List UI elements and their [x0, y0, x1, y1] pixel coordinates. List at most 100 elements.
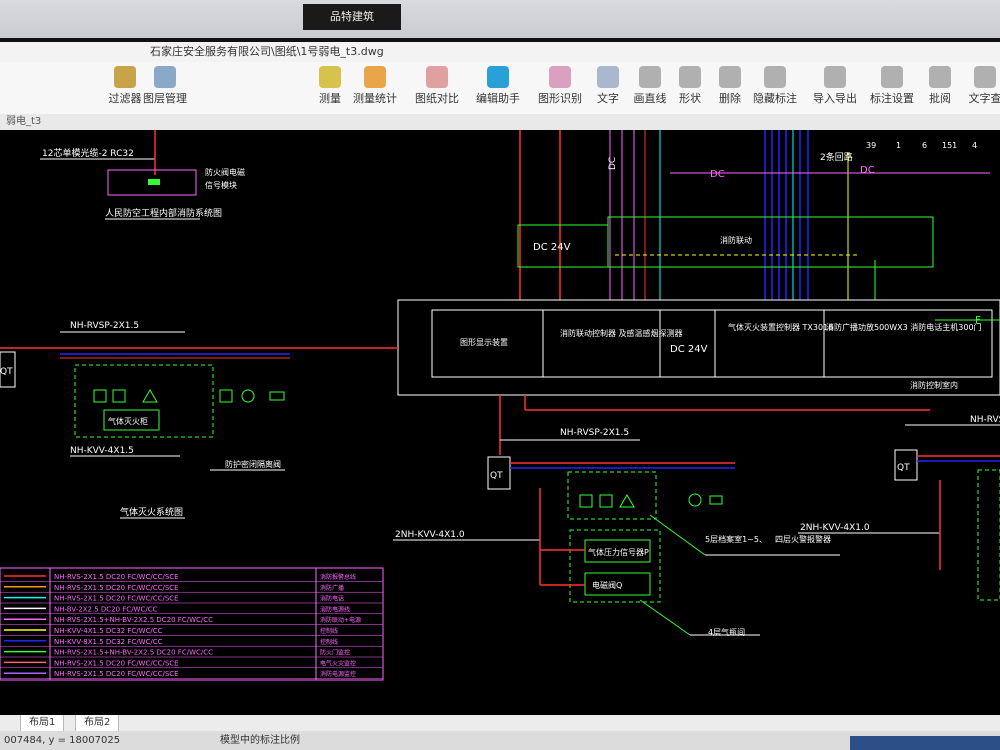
toolbar-label: 测量: [319, 92, 341, 105]
pressure-switch-label: 气体压力信号器P: [588, 547, 649, 557]
control-cell-3: DC 24V: [670, 344, 708, 355]
taskbar-tray: [850, 736, 1000, 750]
window-title: 石家庄安全服务有限公司\图纸\1号弱电_t3.dwg: [150, 45, 384, 58]
text-search-icon: [974, 66, 996, 88]
legend-desc: 消防联动+电源: [320, 616, 361, 624]
title-bar: 石家庄安全服务有限公司\图纸\1号弱电_t3.dwg: [0, 42, 1000, 62]
control-room-caption: 消防控制室内: [910, 380, 958, 390]
legend-desc: 消防广播: [320, 584, 344, 592]
cursor-coordinates: 007484, y = 18007025: [4, 735, 121, 746]
qt-label-mid: QT: [490, 471, 503, 481]
text-icon: [597, 66, 619, 88]
svg-text:6: 6: [922, 141, 927, 150]
legend-desc: 控制线: [320, 638, 338, 646]
toolbar-label: 标注设置: [870, 92, 914, 105]
legend-desc: 消防电源监控: [320, 670, 356, 678]
gas-cabinet-label: 气体灭火柜: [108, 416, 148, 426]
control-cell-4: 气体灭火装置控制器 TX3016: [728, 322, 833, 332]
toolbar-label: 图纸对比: [415, 92, 459, 105]
settings-icon: [881, 66, 903, 88]
power-supply-label: DC 24V: [533, 242, 571, 253]
document-tab[interactable]: 弱电_t3: [0, 114, 1000, 130]
layout-tab-2[interactable]: 布局2: [75, 715, 120, 732]
shape-icon: [679, 66, 701, 88]
layout-tabs: 布局1 布局2: [0, 715, 1000, 732]
wall-sign: 品特建筑: [303, 4, 401, 30]
legend-spec: NH-RVS-2X1.5+NH-BV-2X2.5 DC20 FC/WC/CC: [54, 649, 213, 657]
legend-desc: 消防电话: [320, 595, 344, 603]
legend-table: NH-RVS-2X1.5 DC20 FC/WC/CC/SCE 消防报警总线 NH-R…: [0, 567, 384, 681]
import-export-icon: [824, 66, 846, 88]
control-cell-1: 图形显示装置: [460, 337, 508, 347]
toolbar-label: 文字查: [968, 92, 1000, 105]
legend-desc: 消防报警总线: [320, 573, 356, 581]
control-cell-5: 消防广播功放500WX3 消防电话主机300门: [826, 322, 982, 332]
link-module-label: 消防联动: [720, 235, 752, 245]
line-icon: [639, 66, 661, 88]
toolbar-import-export-button[interactable]: 导入导出: [805, 66, 865, 106]
dc-label-3: DC: [860, 165, 875, 176]
dc-label-2: DC: [710, 169, 725, 180]
eraser-icon: [719, 66, 741, 88]
cable-label-4: 2NH-KVV-4X1.0: [395, 530, 465, 540]
svg-text:4: 4: [972, 141, 977, 150]
legend-desc: 电气火灾监控: [320, 659, 356, 667]
legend-spec: NH-KVV-8X1.5 DC32 FC/WC/CC: [54, 638, 163, 646]
toolbar-layer-button[interactable]: 图层管理: [135, 66, 195, 106]
solenoid-label: 电磁阀Q: [592, 580, 622, 590]
damper-label: 防护密闭隔离阀: [225, 459, 281, 469]
module-text-2: 信号模块: [205, 180, 237, 190]
hide-icon: [764, 66, 786, 88]
cable-label-6: NH-RVS: [970, 415, 1000, 425]
legend-spec: NH-RVS-2X1.5+NH-BV-2X2.5 DC20 FC/WC/CC: [54, 616, 213, 624]
gas-system-title: 气体灭火系统图: [120, 506, 183, 518]
toolbar-measure-stats-button[interactable]: 测量统计: [345, 66, 405, 106]
header-labels: 39 1 6 151 4: [838, 130, 1000, 152]
layers-icon: [154, 66, 176, 88]
qt-label-left: QT: [0, 367, 13, 377]
stats-icon: [364, 66, 386, 88]
toolbar-label: 测量统计: [353, 92, 397, 105]
dc-label-1: DC: [608, 157, 618, 170]
legend-spec: NH-KVV-4X1.5 DC32 FC/WC/CC: [54, 627, 163, 635]
toolbar-label: 图形识别: [538, 92, 582, 105]
toolbar-label: 图层管理: [143, 92, 187, 105]
review-icon: [929, 66, 951, 88]
compare-icon: [426, 66, 448, 88]
toolbar-ribbon: 过滤器 图层管理 测量 测量统计 图纸对比 编辑助手 图形识别 文字 画直线 形…: [0, 62, 1000, 115]
module-text-1: 防火阀电磁: [205, 167, 245, 177]
filter-icon: [114, 66, 136, 88]
cable-label-2: NH-KVV-4X1.5: [70, 446, 134, 456]
toolbar-label: 导入导出: [813, 92, 857, 105]
legend-spec: NH-RVS-2X1.5 DC20 FC/WC/CC/SCE: [54, 595, 179, 603]
toolbar-edit-helper-button[interactable]: 编辑助手: [468, 66, 528, 106]
layout-tab-1[interactable]: 布局1: [20, 715, 65, 732]
legend-desc: 控制线: [320, 627, 338, 635]
right-zone: [977, 469, 1000, 601]
legend-spec: NH-RVS-2X1.5 DC20 FC/WC/CC/SCE: [54, 659, 179, 667]
edit-icon: [487, 66, 509, 88]
toolbar-compare-button[interactable]: 图纸对比: [407, 66, 467, 106]
toolbar-label: 编辑助手: [476, 92, 520, 105]
module-block: [148, 179, 160, 185]
toolbar-label: 文字: [597, 92, 619, 105]
legend-desc: 消防电源线: [320, 605, 350, 613]
toolbar-text-search-button[interactable]: 文字查: [955, 66, 1000, 106]
control-room: 图形显示装置 消防联动控制器 及感温感烟探测器 DC 24V 气体灭火装置控制器…: [397, 299, 1000, 396]
legend-spec: NH-RVS-2X1.5 DC20 FC/WC/CC/SCE: [54, 584, 179, 592]
fire-alarm-label: 2条回路: [820, 151, 853, 163]
legend-spec: NH-BV-2X2.5 DC20 FC/WC/CC: [54, 605, 158, 613]
toolbar-label: 批阅: [929, 92, 951, 105]
drawing-canvas[interactable]: 12芯单模光缆-2 RC32 防火阀电磁 信号模块 人民防空工程内部消防系统图 …: [0, 130, 1000, 715]
svg-text:151: 151: [942, 141, 957, 150]
cable-label-1: NH-RVSP-2X1.5: [70, 321, 139, 331]
wire-f-label: F: [975, 315, 981, 326]
toolbar-hide-markup-button[interactable]: 隐藏标注: [745, 66, 805, 106]
archive-label: 5层档案室1~5、: [705, 534, 767, 544]
svg-text:1: 1: [896, 141, 901, 150]
document-tab-label: 弱电_t3: [6, 116, 42, 127]
cable-label-3: NH-RVSP-2X1.5: [560, 428, 629, 438]
status-mode: 模型中的标注比例: [220, 735, 300, 746]
alarm-label: 四层火警报警器: [775, 534, 831, 544]
cylinder-zone: [569, 529, 661, 603]
